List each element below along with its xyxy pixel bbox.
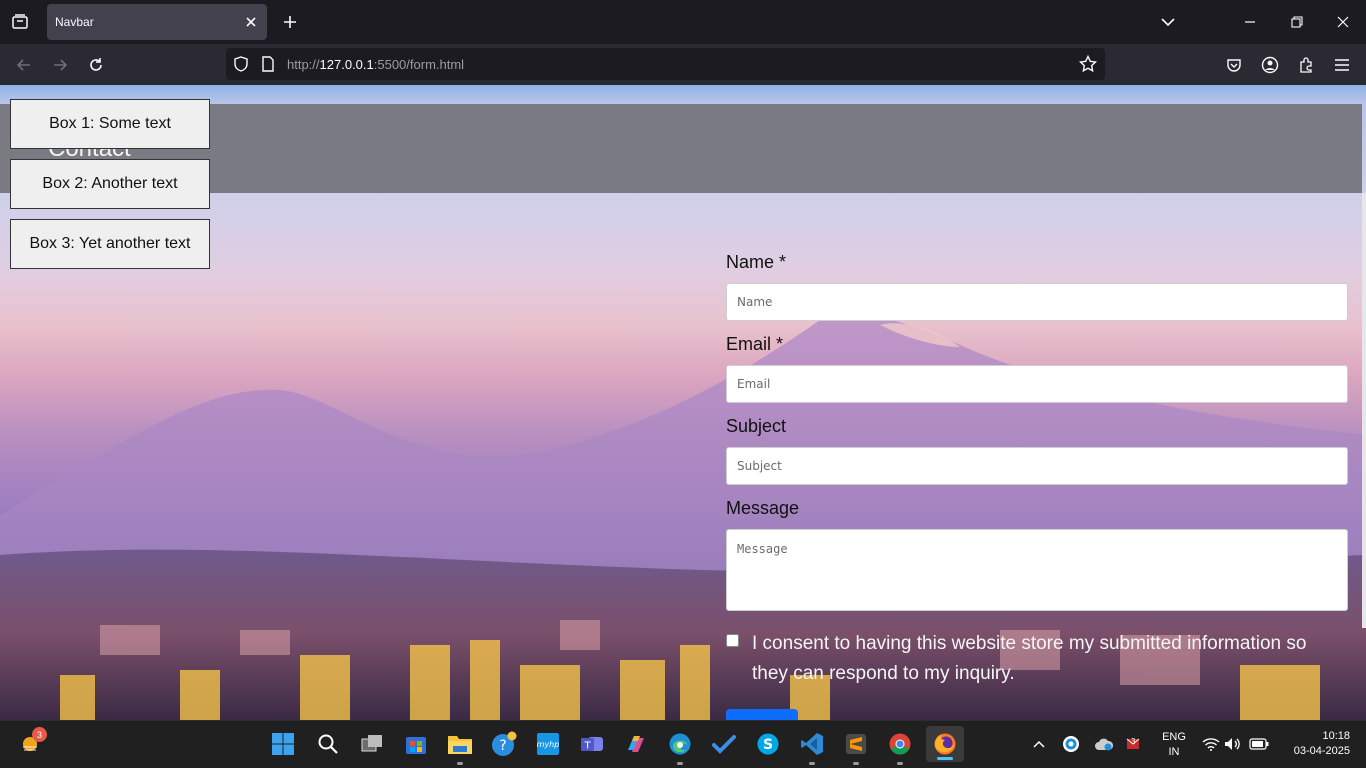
browser-toolbar: http://127.0.0.1:5500/form.html — [0, 44, 1366, 85]
help-icon[interactable]: ? — [489, 729, 519, 759]
clock-date: 03-04-2025 — [1293, 745, 1350, 757]
running-indicator — [677, 762, 683, 765]
tab-list-icon[interactable] — [6, 8, 34, 36]
restore-icon[interactable] — [1283, 8, 1311, 36]
weather-icon[interactable]: 3 — [16, 727, 47, 759]
submit-button[interactable] — [726, 709, 798, 720]
box-2: Box 2: Another text — [10, 159, 210, 209]
close-tab-icon[interactable] — [241, 12, 261, 32]
myhp-icon[interactable]: myhp — [533, 729, 563, 759]
url-path: :5500/form.html — [373, 57, 465, 72]
page-viewport: Contact Box 1: Some text Box 2: Another … — [0, 85, 1366, 720]
account-icon[interactable] — [1256, 51, 1284, 79]
svg-text:S: S — [763, 737, 773, 753]
page-info-icon[interactable] — [258, 54, 278, 74]
box-3: Box 3: Yet another text — [10, 219, 210, 269]
tab-title: Navbar — [55, 15, 94, 29]
volume-icon[interactable] — [1222, 729, 1244, 759]
box-1: Box 1: Some text — [10, 99, 210, 149]
email-label: Email * — [726, 334, 784, 354]
chrome-icon[interactable] — [885, 729, 915, 765]
minimize-icon[interactable] — [1236, 8, 1264, 36]
url-host: 127.0.0.1 — [319, 57, 374, 72]
edge-tray-icon[interactable] — [1058, 729, 1084, 759]
extensions-icon[interactable] — [1292, 51, 1320, 79]
wifi-icon[interactable] — [1200, 729, 1222, 759]
sublime-text-icon[interactable] — [841, 729, 871, 765]
url-text[interactable]: http://127.0.0.1:5500/form.html — [287, 57, 464, 72]
task-view-icon[interactable] — [357, 729, 387, 759]
clock[interactable]: 10:18 03-04-2025 — [1282, 729, 1350, 759]
name-field[interactable] — [726, 283, 1348, 321]
vscode-icon[interactable] — [797, 729, 827, 765]
skype-icon[interactable]: S — [753, 729, 783, 759]
running-indicator — [457, 762, 463, 765]
weather-badge: 3 — [32, 727, 47, 742]
copilot-icon[interactable] — [621, 729, 651, 759]
browser-tab[interactable]: Navbar — [47, 4, 267, 40]
teams-icon[interactable]: T — [577, 729, 607, 759]
subject-label: Subject — [726, 416, 787, 436]
edge-icon[interactable] — [665, 729, 695, 765]
svg-text:T: T — [583, 741, 591, 752]
page-scrollbar[interactable] — [1362, 193, 1366, 628]
pocket-icon[interactable] — [1220, 51, 1248, 79]
language-code: ENG — [1162, 731, 1186, 743]
browser-tab-bar: Navbar — [0, 0, 1366, 44]
search-icon[interactable] — [313, 729, 343, 759]
menu-hamburger-icon[interactable] — [1328, 51, 1356, 79]
contact-form: Name * Email * Subject Message — [726, 245, 1348, 611]
region-code: IN — [1168, 746, 1180, 758]
mail-tray-icon[interactable]: 3 — [1121, 729, 1147, 759]
onedrive-sync-icon[interactable] — [1091, 729, 1117, 759]
running-indicator — [853, 762, 859, 765]
tab-overflow-chevron-icon[interactable] — [1154, 8, 1182, 36]
url-bar[interactable]: http://127.0.0.1:5500/form.html — [226, 48, 1105, 80]
close-window-icon[interactable] — [1329, 8, 1357, 36]
svg-text:?: ? — [499, 738, 506, 754]
email-field[interactable] — [726, 365, 1348, 403]
language-indicator[interactable]: ENG IN — [1156, 730, 1192, 760]
consent-label: I consent to having this website store m… — [752, 633, 1307, 684]
back-icon[interactable] — [10, 51, 38, 79]
clock-time: 10:18 — [1322, 730, 1350, 742]
running-indicator — [809, 762, 815, 765]
forward-icon[interactable] — [46, 51, 74, 79]
microsoft-store-icon[interactable] — [401, 729, 431, 759]
firefox-icon[interactable] — [926, 726, 964, 762]
battery-icon[interactable] — [1246, 729, 1272, 759]
todo-icon[interactable] — [709, 729, 739, 759]
consent-checkbox[interactable] — [726, 634, 739, 647]
shield-icon[interactable] — [231, 54, 251, 74]
reload-icon[interactable] — [82, 51, 110, 79]
url-prefix: http:// — [287, 57, 320, 72]
subject-field[interactable] — [726, 447, 1348, 485]
svg-text:myhp: myhp — [537, 740, 560, 749]
message-label: Message — [726, 498, 800, 518]
file-explorer-icon[interactable] — [445, 729, 475, 765]
running-indicator — [897, 762, 903, 765]
bookmark-star-icon[interactable] — [1078, 54, 1098, 74]
name-label: Name * — [726, 252, 787, 272]
new-tab-icon[interactable] — [278, 10, 302, 34]
mail-badge: 3 — [1131, 737, 1136, 746]
show-hidden-icons-chevron-icon[interactable] — [1026, 729, 1052, 759]
active-indicator — [937, 757, 953, 760]
taskbar: 3 ? myhp T S 3 ENG IN 10:18 03-04-2025 — [0, 720, 1366, 768]
message-field[interactable] — [726, 529, 1348, 611]
windows-start-icon[interactable] — [268, 729, 298, 759]
